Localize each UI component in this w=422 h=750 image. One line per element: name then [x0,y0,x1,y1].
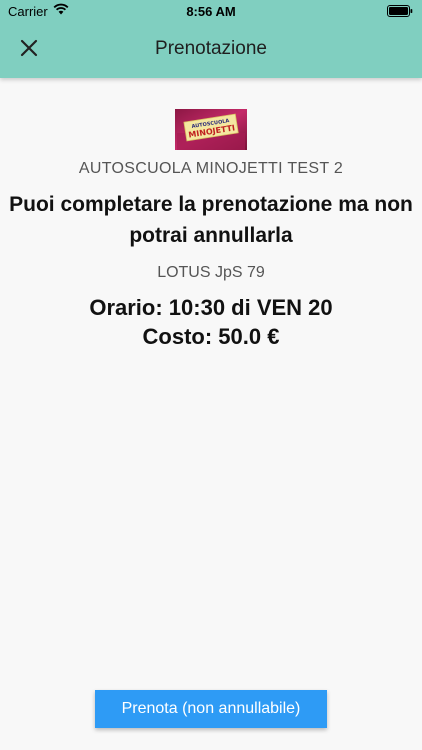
vehicle-name: LOTUS JpS 79 [157,264,265,281]
book-button[interactable]: Prenota (non annullabile) [95,690,327,728]
driving-school-logo: AUTOSCUOLA MINOJETTI [175,109,247,150]
navigation-header: Carrier 8:56 AM Prenotazione [0,0,422,78]
booking-warning-headline: Puoi completare la prenotazione ma non p… [9,193,413,247]
status-time: 8:56 AM [186,4,236,19]
booking-cost: Costo: 50.0 € [142,324,280,349]
page-title: Prenotazione [155,38,267,59]
booking-time: Orario: 10:30 di VEN 20 [89,295,333,320]
status-bar: Carrier 8:56 AM [0,0,422,22]
school-name: AUTOSCUOLA MINOJETTI TEST 2 [78,160,344,177]
battery-icon [387,5,413,20]
